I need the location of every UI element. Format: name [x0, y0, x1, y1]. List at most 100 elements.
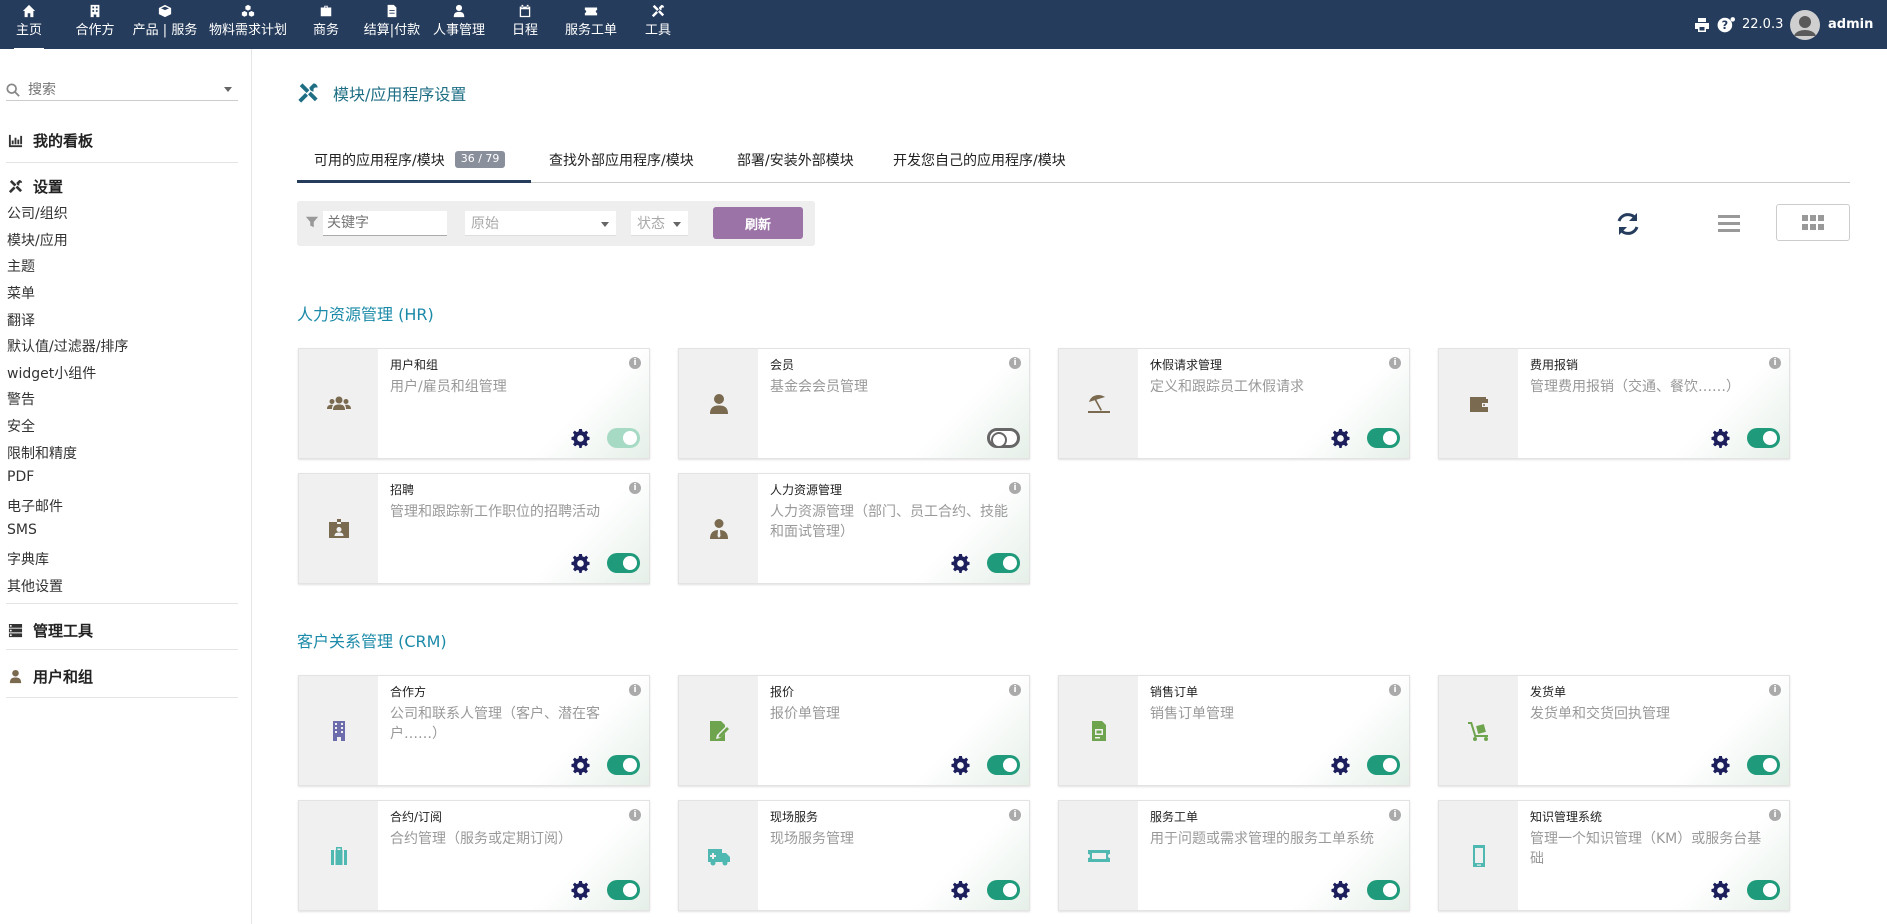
origin-select[interactable]: 原始 [465, 211, 616, 236]
settings-gear-button[interactable] [1711, 428, 1731, 448]
sidebar-item-limits[interactable]: 限制和精度 [7, 443, 77, 463]
reload-icon[interactable] [1614, 210, 1642, 238]
info-icon[interactable]: i [629, 684, 641, 696]
tab-develop-own[interactable]: 开发您自己的应用程序/模块 [893, 150, 1066, 183]
module-toggle[interactable] [1747, 755, 1780, 775]
nav-hrm[interactable]: 人事管理 [432, 4, 486, 46]
sidebar-item-modules[interactable]: 模块/应用 [7, 230, 68, 250]
chevron-down-icon[interactable] [224, 87, 232, 92]
sidebar-dashboard-label: 我的看板 [33, 132, 94, 150]
info-icon[interactable]: i [629, 482, 641, 494]
nav-ticket[interactable]: 服务工单 [564, 4, 618, 46]
sidebar-item-other[interactable]: 其他设置 [7, 576, 63, 596]
settings-gear-button[interactable] [1711, 880, 1731, 900]
sidebar-users-groups[interactable]: 用户和组 [8, 666, 93, 687]
info-icon[interactable]: i [1009, 482, 1021, 494]
module-toggle[interactable] [987, 880, 1020, 900]
settings-gear-button[interactable] [1331, 428, 1351, 448]
user-name[interactable]: admin [1828, 0, 1873, 49]
print-icon[interactable] [1694, 0, 1710, 49]
nav-partners[interactable]: 合作方 [73, 4, 117, 46]
sidebar-item-emails[interactable]: 电子邮件 [7, 496, 63, 516]
info-icon[interactable]: i [1769, 684, 1781, 696]
module-icon-box [299, 474, 378, 583]
avatar[interactable] [1790, 0, 1820, 49]
module-icon-box [299, 349, 378, 458]
settings-gear-button[interactable] [951, 553, 971, 573]
module-toggle[interactable] [607, 755, 640, 775]
keyword-input[interactable] [323, 211, 447, 236]
sidebar-item-company[interactable]: 公司/组织 [7, 203, 68, 223]
sidebar-item-theme[interactable]: 主题 [7, 256, 35, 276]
sidebar-dashboard[interactable]: 我的看板 [8, 130, 93, 151]
settings-gear-button[interactable] [1331, 880, 1351, 900]
info-icon[interactable]: i [1389, 809, 1401, 821]
settings-gear-button[interactable] [951, 880, 971, 900]
user-tie-icon [709, 518, 728, 539]
tab-available[interactable]: 可用的应用程序/模块 36 / 79 [297, 150, 531, 183]
help-icon[interactable]: ? [1717, 0, 1735, 49]
module-description: 用于问题或需求管理的服务工单系统 [1150, 831, 1374, 847]
grid-view-button[interactable] [1776, 204, 1850, 241]
module-toggle[interactable] [987, 428, 1020, 448]
settings-gear-button[interactable] [571, 553, 591, 573]
module-toggle[interactable] [1747, 880, 1780, 900]
module-toggle[interactable] [607, 553, 640, 573]
sidebar-item-pdf[interactable]: PDF [7, 469, 34, 485]
info-icon[interactable]: i [629, 357, 641, 369]
sidebar-item-security[interactable]: 安全 [7, 416, 35, 436]
info-icon[interactable]: i [1009, 809, 1021, 821]
tab-deploy-external[interactable]: 部署/安装外部模块 [737, 150, 854, 183]
tab-find-external[interactable]: 查找外部应用程序/模块 [549, 150, 694, 183]
gear-icon [1711, 880, 1730, 900]
settings-gear-button[interactable] [571, 880, 591, 900]
refresh-button[interactable]: 刷新 [713, 207, 803, 239]
info-icon[interactable]: i [1389, 357, 1401, 369]
sidebar-item-alerts[interactable]: 警告 [7, 389, 35, 409]
sidebar-item-translation[interactable]: 翻译 [7, 310, 35, 330]
search-box[interactable] [6, 79, 238, 101]
settings-gear-button[interactable] [951, 755, 971, 775]
module-toggle[interactable] [1367, 880, 1400, 900]
module-toggle[interactable] [1367, 428, 1400, 448]
status-select[interactable]: 状态 [631, 211, 688, 236]
module-toggle[interactable] [607, 428, 640, 448]
sidebar-item-widgets[interactable]: widget小组件 [7, 363, 96, 383]
sidebar-item-defaults[interactable]: 默认值/过滤器/排序 [7, 336, 128, 356]
settings-gear-button[interactable] [571, 755, 591, 775]
nav-commerce[interactable]: 商务 [311, 4, 341, 46]
module-card-holiday: 休假请求管理 定义和跟踪员工休假请求 i [1058, 348, 1410, 459]
nav-billing[interactable]: 结算|付款 [363, 4, 421, 46]
module-toggle[interactable] [1747, 428, 1780, 448]
sidebar-settings[interactable]: 设置 [8, 176, 63, 197]
sidebar-admin-tools[interactable]: 管理工具 [8, 620, 93, 641]
module-card-intervention: 现场服务 现场服务管理 i [678, 800, 1030, 911]
settings-gear-button[interactable] [1711, 755, 1731, 775]
search-input[interactable] [28, 81, 208, 98]
sidebar-item-menus[interactable]: 菜单 [7, 283, 35, 303]
info-icon[interactable]: i [1769, 809, 1781, 821]
section-title-hr: 人力资源管理 (HR) [297, 305, 434, 324]
ticket-icon [1087, 849, 1110, 862]
info-icon[interactable]: i [1009, 357, 1021, 369]
module-toggle[interactable] [607, 880, 640, 900]
list-view-icon[interactable] [1718, 212, 1740, 234]
nav-home[interactable]: 主页 [14, 4, 44, 50]
info-icon[interactable]: i [629, 809, 641, 821]
nav-agenda[interactable]: 日程 [510, 4, 540, 46]
gear-icon [1331, 755, 1350, 775]
nav-tools[interactable]: 工具 [643, 4, 673, 46]
info-icon[interactable]: i [1389, 684, 1401, 696]
gear-icon [951, 880, 970, 900]
nav-products[interactable]: 产品 | 服务 [133, 4, 197, 46]
info-icon[interactable]: i [1009, 684, 1021, 696]
info-icon[interactable]: i [1769, 357, 1781, 369]
module-toggle[interactable] [987, 553, 1020, 573]
module-toggle[interactable] [987, 755, 1020, 775]
settings-gear-button[interactable] [1331, 755, 1351, 775]
sidebar-item-sms[interactable]: SMS [7, 522, 37, 538]
module-toggle[interactable] [1367, 755, 1400, 775]
sidebar-item-dictionaries[interactable]: 字典库 [7, 549, 49, 569]
nav-mrp[interactable]: 物料需求计划 [208, 4, 288, 46]
settings-gear-button[interactable] [571, 428, 591, 448]
